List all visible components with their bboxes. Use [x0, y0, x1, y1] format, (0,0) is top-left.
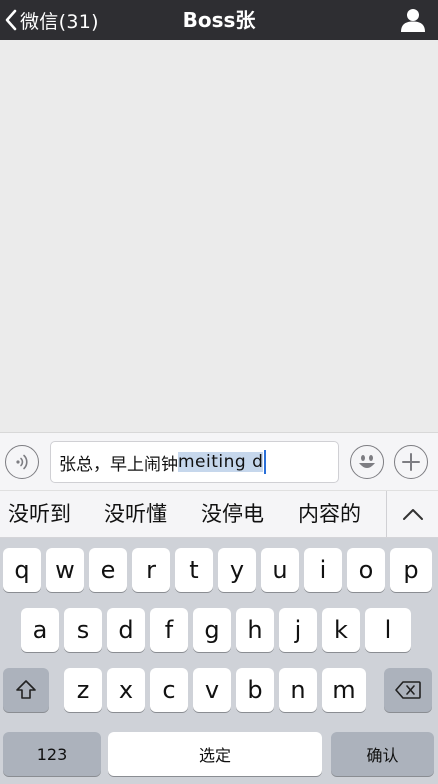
delete-key[interactable]	[384, 668, 432, 712]
navigation-bar: 微信(31) Boss张	[0, 0, 438, 40]
key-b[interactable]: b	[236, 668, 274, 712]
key-w[interactable]: w	[46, 548, 84, 592]
key-v[interactable]: v	[193, 668, 231, 712]
emoji-icon	[359, 455, 375, 468]
key-n[interactable]: n	[279, 668, 317, 712]
candidate-item[interactable]: 没听懂	[104, 491, 167, 537]
space-key[interactable]: 选定	[108, 732, 322, 776]
key-x[interactable]: x	[107, 668, 145, 712]
candidate-item[interactable]: 内容的	[298, 491, 361, 537]
key-y[interactable]: y	[218, 548, 256, 592]
more-button[interactable]	[394, 445, 428, 479]
plus-icon	[402, 453, 420, 471]
key-k[interactable]: k	[322, 608, 360, 652]
key-e[interactable]: e	[89, 548, 127, 592]
key-q[interactable]: q	[3, 548, 41, 592]
shift-key[interactable]	[3, 668, 49, 712]
input-toolbar: 张总，早上闹钟 meiting d	[0, 432, 438, 490]
profile-button[interactable]	[398, 5, 428, 35]
key-p[interactable]: p	[390, 548, 432, 592]
keyboard: q w e r t y u i o p a s d f g h j k l z …	[0, 538, 438, 784]
key-d[interactable]: d	[107, 608, 145, 652]
key-j[interactable]: j	[279, 608, 317, 652]
key-f[interactable]: f	[150, 608, 188, 652]
key-a[interactable]: a	[21, 608, 59, 652]
key-t[interactable]: t	[175, 548, 213, 592]
shift-icon	[16, 680, 36, 699]
key-s[interactable]: s	[64, 608, 102, 652]
chevron-up-icon	[402, 509, 423, 520]
backspace-icon	[395, 681, 421, 699]
composing-text: meiting d	[178, 452, 264, 472]
key-m[interactable]: m	[322, 668, 366, 712]
key-u[interactable]: u	[261, 548, 299, 592]
key-z[interactable]: z	[64, 668, 102, 712]
candidate-item[interactable]: 没停电	[201, 491, 264, 537]
return-key[interactable]: 确认	[331, 732, 434, 776]
key-g[interactable]: g	[193, 608, 231, 652]
key-l[interactable]: l	[365, 608, 411, 652]
message-input[interactable]: 张总，早上闹钟 meiting d	[50, 441, 339, 483]
candidate-item[interactable]: 没听到	[8, 491, 71, 537]
key-h[interactable]: h	[236, 608, 274, 652]
chat-title: Boss张	[182, 8, 256, 32]
chat-message-area[interactable]	[0, 40, 438, 432]
committed-text: 张总，早上闹钟	[59, 454, 178, 475]
voice-icon	[16, 454, 28, 470]
ime-candidate-bar: 没听到 没听懂 没停电 内容的	[0, 490, 438, 538]
text-caret	[264, 450, 267, 474]
voice-button[interactable]	[5, 445, 39, 479]
key-r[interactable]: r	[132, 548, 170, 592]
key-o[interactable]: o	[347, 548, 385, 592]
key-i[interactable]: i	[304, 548, 342, 592]
numbers-key[interactable]: 123	[3, 732, 101, 776]
expand-candidates-button[interactable]	[387, 491, 438, 537]
emoji-button[interactable]	[350, 445, 384, 479]
key-c[interactable]: c	[150, 668, 188, 712]
person-icon	[401, 9, 425, 32]
